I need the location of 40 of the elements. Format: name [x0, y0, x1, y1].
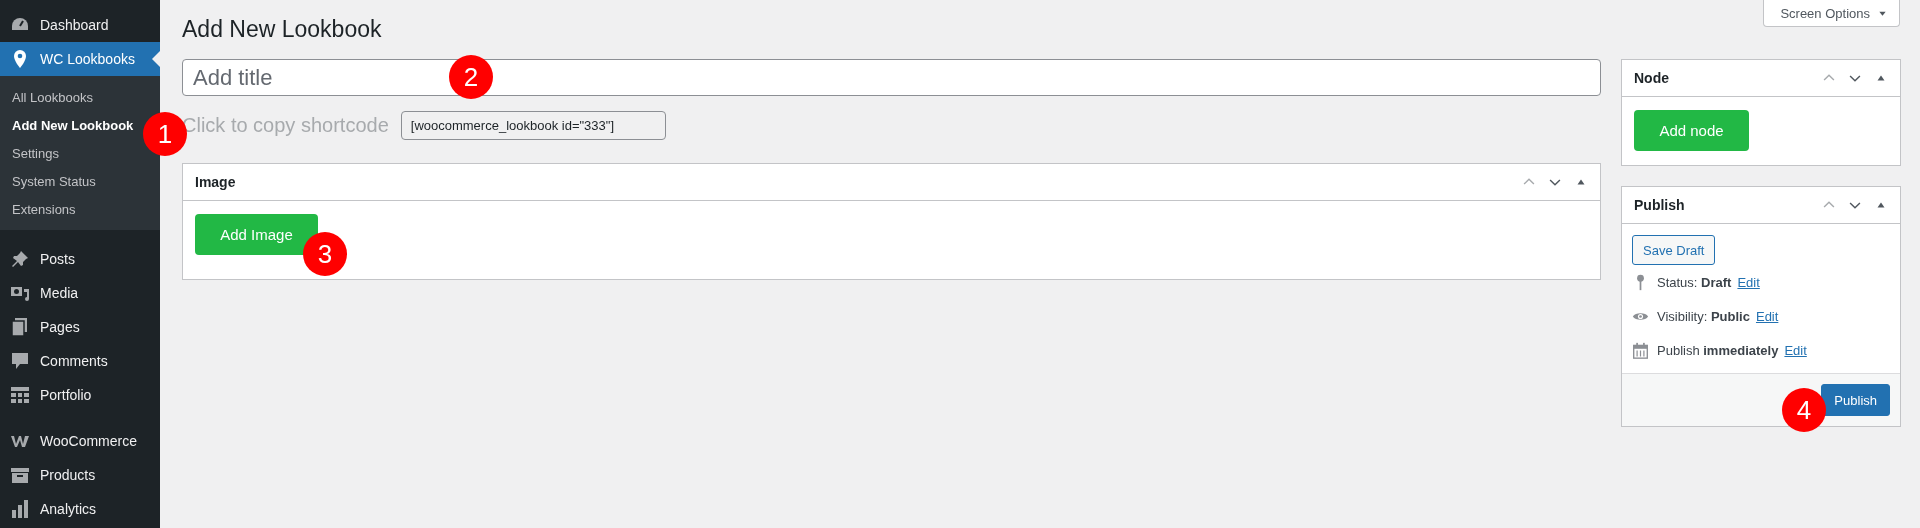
menu-item[interactable]: Dashboard	[0, 8, 160, 42]
pushpin-icon	[10, 249, 30, 269]
edit-link[interactable]: Edit	[1784, 342, 1807, 358]
pages-icon	[10, 317, 30, 337]
triangle-up-icon	[1876, 200, 1886, 210]
submenu-item[interactable]: Extensions	[0, 196, 88, 224]
menu-item[interactable]: Products	[0, 458, 160, 492]
save-draft-button[interactable]: Save Draft	[1632, 235, 1716, 265]
submenu-item[interactable]: Add New Lookbook	[0, 112, 146, 140]
submenu-item[interactable]: System Status	[0, 168, 108, 196]
edit-link[interactable]: Edit	[1755, 308, 1779, 324]
menu-item[interactable]: Posts	[0, 242, 160, 276]
publish-setting-text: Status: Draft	[1657, 274, 1732, 290]
screen-options-button[interactable]: Screen Options	[1763, 0, 1900, 27]
calendar-icon	[1632, 341, 1649, 359]
menu-item[interactable]: Portfolio	[0, 378, 160, 412]
shortcode-field[interactable]: [woocommerce_lookbook id="333"]	[400, 110, 666, 140]
menu-item[interactable]: Media	[0, 276, 160, 310]
speech-bubble-icon	[10, 351, 30, 371]
menu-item[interactable]: WooCommerce	[0, 424, 160, 458]
menu-item[interactable]: WC Lookbooks	[0, 42, 160, 76]
edit-link[interactable]: Edit	[1737, 274, 1760, 290]
bar-chart-icon	[10, 499, 30, 519]
submenu-item[interactable]: Settings	[0, 140, 71, 168]
triangle-up-icon	[1876, 73, 1886, 83]
submenu-item[interactable]: All Lookbooks	[0, 84, 105, 112]
menu-item[interactable]: Analytics	[0, 492, 160, 526]
metabox-title: Node	[1634, 70, 1669, 86]
archive-box-icon	[10, 465, 30, 485]
metabox-title: Publish	[1634, 197, 1685, 213]
step-number-badge: 2	[449, 55, 493, 99]
metabox-title: Image	[195, 174, 236, 190]
menu-item[interactable]: Pages	[0, 310, 160, 344]
grid-icon	[10, 385, 30, 405]
publish-setting-text: Publish immediately	[1657, 342, 1779, 358]
publish-button[interactable]: Publish	[1821, 384, 1890, 416]
triangle-up-icon	[1576, 177, 1586, 187]
publish-setting-text: Visibility: Public	[1657, 308, 1750, 324]
menu-item[interactable]: Comments	[0, 344, 160, 378]
page-title: Add New Lookbook	[182, 15, 383, 44]
